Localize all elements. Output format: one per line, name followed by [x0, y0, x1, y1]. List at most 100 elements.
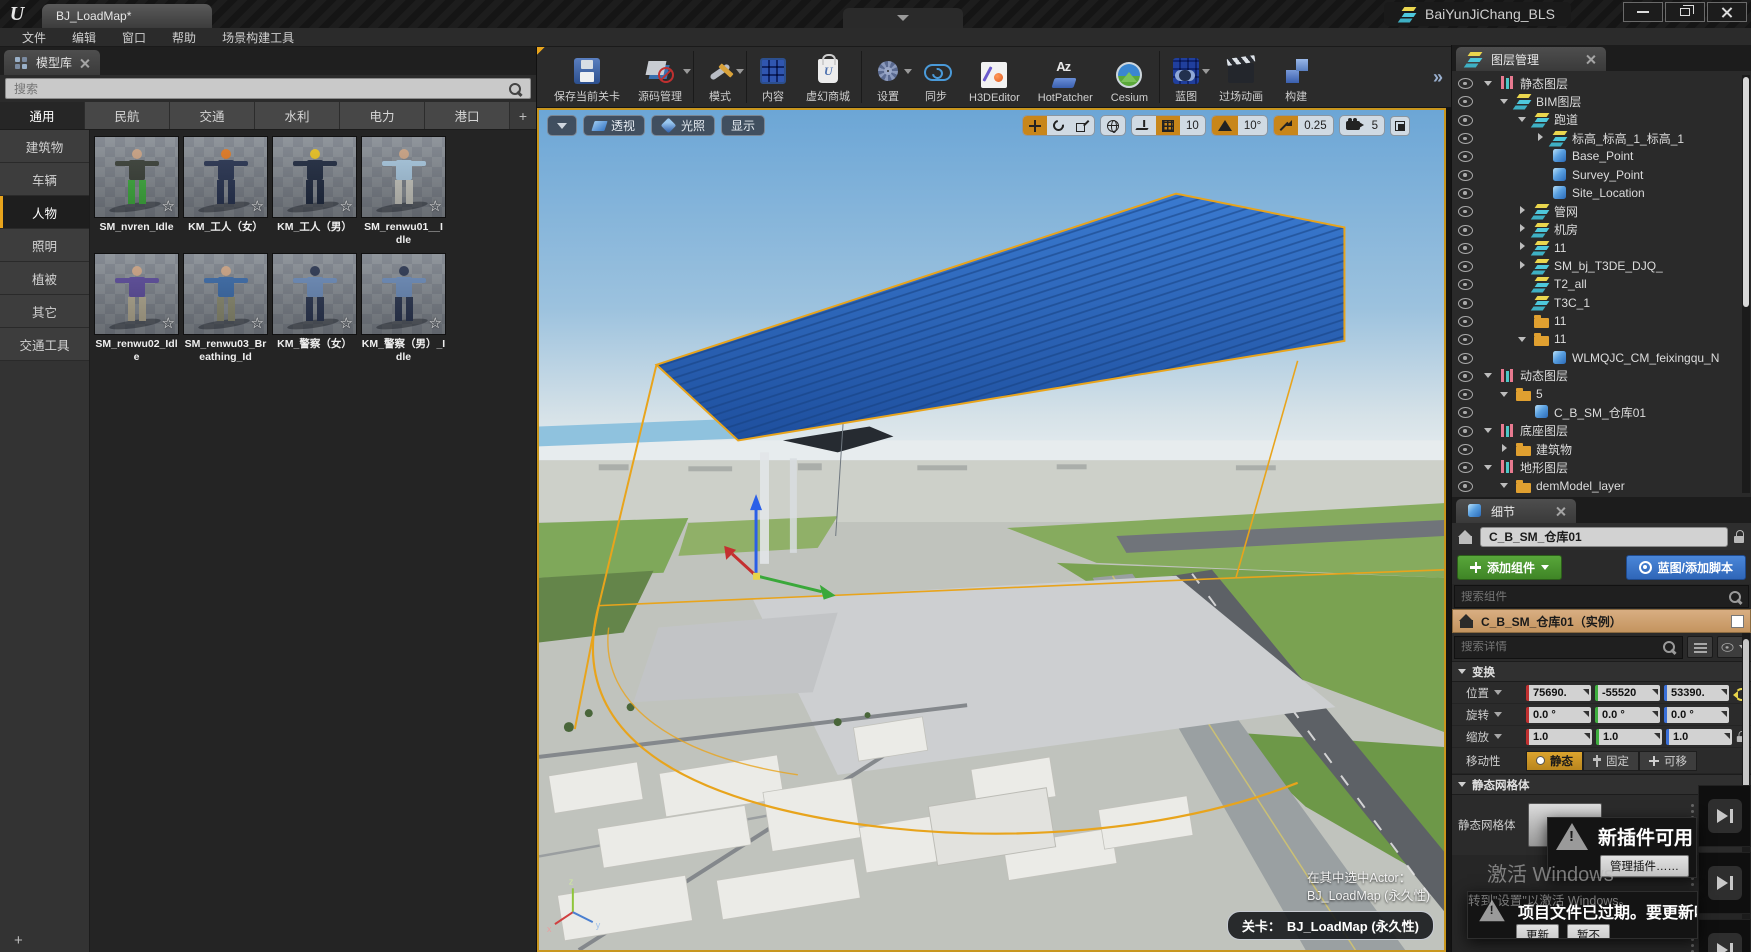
library-tab-civil-aviation[interactable]: 民航 — [85, 102, 170, 129]
favorite-star-icon[interactable] — [162, 197, 175, 215]
visibility-eye-icon[interactable] — [1457, 332, 1474, 346]
expand-arrow-icon[interactable] — [1500, 480, 1511, 491]
layer-label[interactable]: WLMQJC_CM_feixingqu_N — [1572, 351, 1719, 365]
layer-label[interactable]: 动态图层 — [1520, 367, 1568, 384]
menu-edit[interactable]: 编辑 — [60, 28, 108, 47]
tab-details[interactable]: 细节 — [1456, 499, 1576, 523]
visibility-eye-icon[interactable] — [1457, 277, 1474, 291]
scale-y-field[interactable]: 1.0 — [1596, 729, 1662, 745]
layer-label[interactable]: 底座图层 — [1520, 422, 1568, 439]
layer-label[interactable]: C_B_SM_仓库01 — [1554, 404, 1646, 421]
settings-button[interactable]: 设置 — [864, 47, 912, 107]
position-label[interactable]: 位置 — [1466, 685, 1522, 701]
save-level-button[interactable]: 保存当前关卡 — [545, 47, 629, 107]
marketplace-button[interactable]: 虚幻商城 — [797, 47, 859, 107]
visibility-eye-icon[interactable] — [1457, 442, 1474, 456]
favorite-star-icon[interactable] — [340, 197, 353, 215]
menu-file[interactable]: 文件 — [10, 28, 58, 47]
scale-label[interactable]: 缩放 — [1466, 729, 1522, 745]
category-buildings[interactable]: 建筑物 — [0, 130, 89, 163]
visibility-eye-icon[interactable] — [1457, 387, 1474, 401]
modes-button[interactable]: 模式 — [696, 47, 744, 107]
expand-arrow-icon[interactable] — [1500, 96, 1511, 107]
hotpatcher-button[interactable]: HotPatcher — [1029, 47, 1102, 107]
visibility-eye-icon[interactable] — [1457, 460, 1474, 474]
expand-arrow-icon[interactable] — [1484, 462, 1495, 473]
perspective-mode-button[interactable]: 透视 — [583, 115, 645, 136]
sync-button[interactable]: 同步 — [912, 47, 960, 107]
scale-z-field[interactable]: 1.0 — [1666, 729, 1732, 745]
close-icon[interactable] — [80, 58, 90, 68]
visibility-eye-icon[interactable] — [1457, 259, 1474, 273]
3d-viewport[interactable]: z x y 透视 光照 显示 10 10° 0.25 — [537, 108, 1446, 952]
asset-tile[interactable]: SM_nvren_Idle — [94, 136, 179, 249]
visibility-eye-icon[interactable] — [1457, 296, 1474, 310]
asset-tile[interactable]: KM_警察（男）_Idle — [361, 253, 446, 366]
expand-arrow-icon[interactable] — [1518, 114, 1529, 125]
notification-stack-tile[interactable] — [1698, 919, 1751, 952]
not-now-button[interactable]: 暂不 — [1567, 924, 1610, 939]
viewport-options-dropdown[interactable] — [547, 115, 577, 136]
layer-label[interactable]: 机房 — [1554, 221, 1578, 238]
category-vegetation[interactable]: 植被 — [0, 262, 89, 295]
library-tab-port[interactable]: 港口 — [425, 102, 510, 129]
layer-label[interactable]: 建筑物 — [1536, 441, 1572, 458]
asset-tile[interactable]: SM_renwu02_Idle — [94, 253, 179, 366]
transform-section-header[interactable]: 变换 — [1452, 661, 1751, 682]
position-x-field[interactable]: 75690. — [1526, 685, 1591, 701]
scale-tool-button[interactable] — [1070, 116, 1094, 135]
layer-label[interactable]: 11 — [1554, 241, 1566, 255]
show-flags-button[interactable]: 显示 — [721, 115, 765, 136]
visibility-eye-icon[interactable] — [1457, 351, 1474, 365]
category-vehicles[interactable]: 车辆 — [0, 163, 89, 196]
angle-snap-value[interactable]: 10° — [1238, 116, 1267, 135]
library-tab-traffic[interactable]: 交通 — [170, 102, 255, 129]
library-search-input[interactable] — [14, 82, 508, 96]
expand-arrow-icon[interactable] — [1518, 334, 1529, 345]
layer-label[interactable]: 11 — [1554, 332, 1566, 346]
visibility-eye-icon[interactable] — [1457, 223, 1474, 237]
asset-tile[interactable]: KM_工人（女） — [183, 136, 268, 249]
toolbar-overflow-chevron[interactable]: » — [1425, 47, 1451, 107]
scale-snap-button[interactable] — [1274, 116, 1298, 135]
layer-label[interactable]: 静态图层 — [1520, 75, 1568, 92]
component-instance-row[interactable]: C_B_SM_仓库01（实例） — [1452, 609, 1751, 633]
layer-label[interactable]: Survey_Point — [1572, 168, 1643, 182]
asset-tile[interactable]: KM_警察（女） — [272, 253, 357, 366]
visibility-eye-icon[interactable] — [1457, 94, 1474, 108]
scale-x-field[interactable]: 1.0 — [1526, 729, 1592, 745]
layer-label[interactable]: SM_bj_T3DE_DJQ_ — [1554, 259, 1663, 273]
visibility-eye-icon[interactable] — [1457, 424, 1474, 438]
rotation-z-field[interactable]: 0.0 ° — [1664, 707, 1729, 723]
visibility-eye-icon[interactable] — [1457, 131, 1474, 145]
favorite-star-icon[interactable] — [251, 197, 264, 215]
visibility-eye-icon[interactable] — [1457, 314, 1474, 328]
move-tool-button[interactable] — [1023, 116, 1047, 135]
library-add-tab-button[interactable]: + — [510, 102, 536, 129]
mobility-stationary-option[interactable]: 固定 — [1583, 751, 1639, 771]
library-tab-water[interactable]: 水利 — [255, 102, 340, 129]
visibility-eye-icon[interactable] — [1457, 149, 1474, 163]
layer-label[interactable]: Site_Location — [1572, 186, 1645, 200]
expand-arrow-icon[interactable] — [1518, 261, 1529, 272]
layer-label[interactable]: demModel_layer — [1536, 479, 1625, 493]
visibility-eye-icon[interactable] — [1457, 186, 1474, 200]
h3deditor-button[interactable]: H3DEditor — [960, 47, 1029, 107]
notification-stack-tile[interactable] — [1698, 852, 1751, 914]
tab-layer-manager[interactable]: 图层管理 — [1456, 47, 1606, 71]
search-details-input[interactable] — [1461, 641, 1662, 653]
rotation-label[interactable]: 旋转 — [1466, 707, 1522, 723]
cesium-button[interactable]: Cesium — [1102, 47, 1157, 107]
camera-speed-button[interactable] — [1340, 116, 1366, 135]
tab-model-library[interactable]: 模型库 — [4, 50, 100, 75]
layer-label[interactable]: T2_all — [1554, 277, 1587, 291]
favorite-star-icon[interactable] — [162, 314, 175, 332]
visibility-eye-icon[interactable] — [1457, 405, 1474, 419]
position-z-field[interactable]: 53390. — [1664, 685, 1729, 701]
position-y-field[interactable]: -55520 — [1595, 685, 1660, 701]
search-components-input[interactable] — [1461, 591, 1728, 603]
source-control-button[interactable]: 源码管理 — [629, 47, 691, 107]
restore-button[interactable] — [1665, 2, 1705, 22]
library-tab-power[interactable]: 电力 — [340, 102, 425, 129]
category-characters[interactable]: 人物 — [0, 196, 89, 229]
